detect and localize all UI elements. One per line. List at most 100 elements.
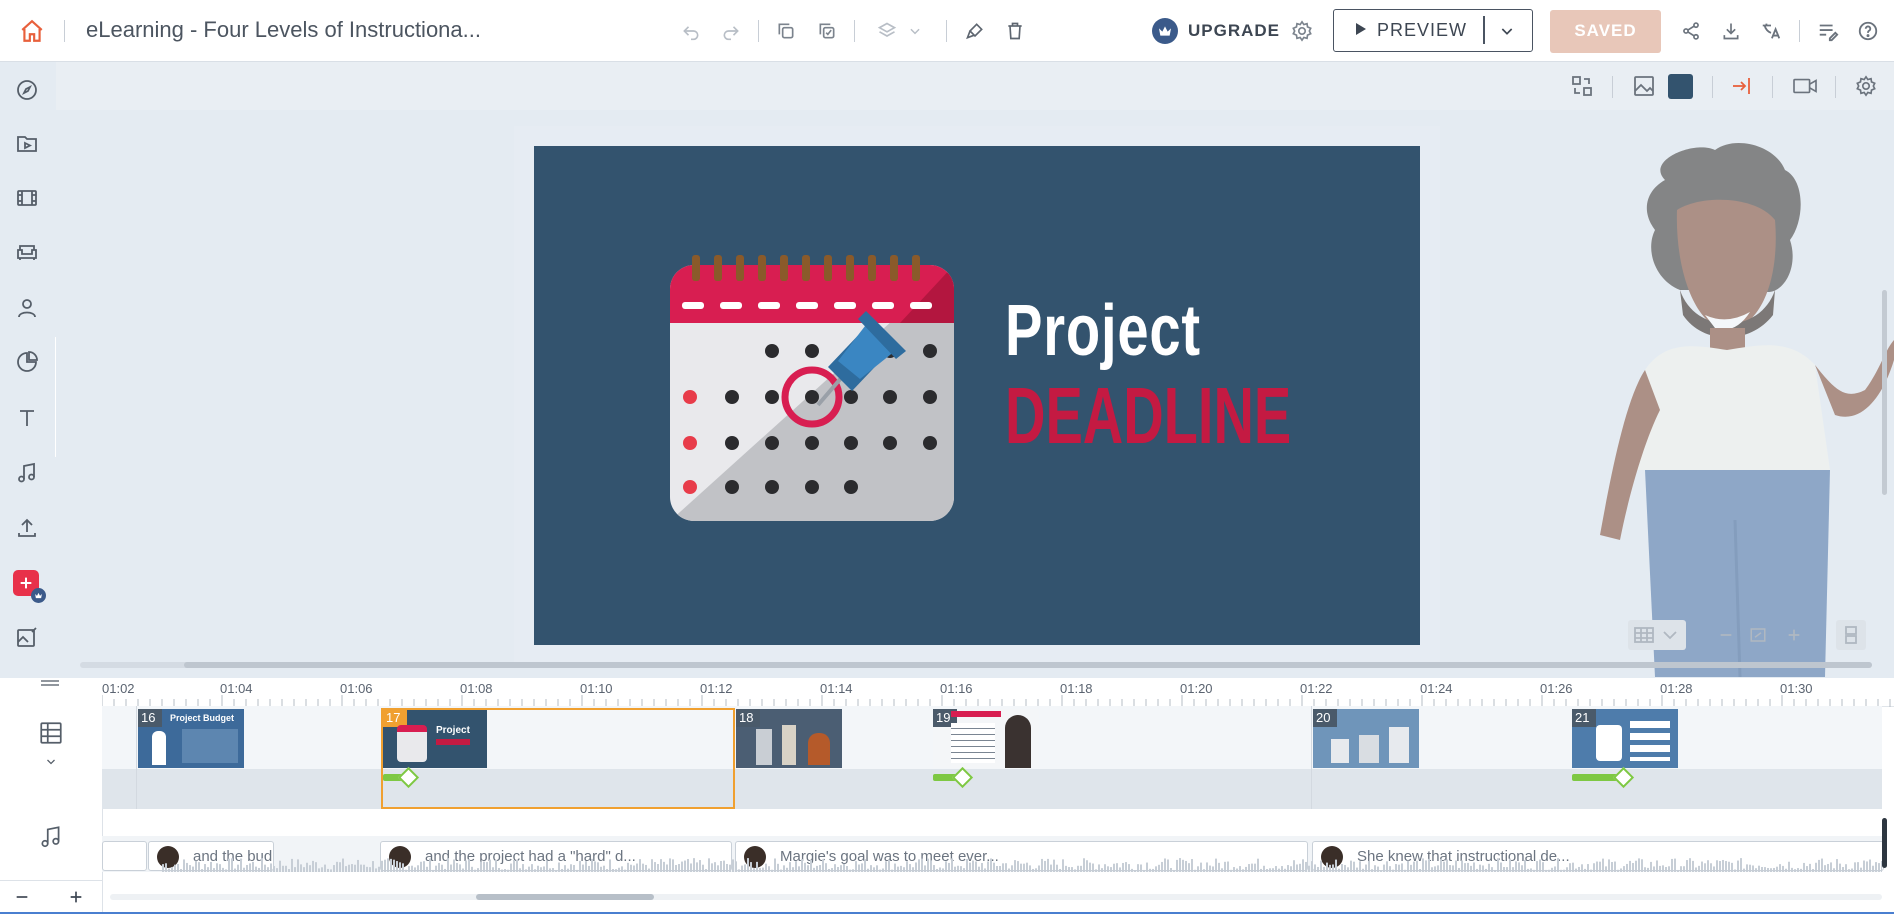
waveform-bar (1725, 861, 1727, 872)
waveform-bar (1203, 869, 1205, 872)
notes-icon[interactable] (1815, 18, 1841, 44)
swap-icon[interactable] (1568, 72, 1596, 100)
background-color-swatch[interactable] (1668, 74, 1693, 99)
zoom-out-timeline-icon[interactable] (10, 886, 34, 908)
waveform-bar (444, 868, 446, 872)
waveform-bar (981, 862, 983, 872)
crown-icon[interactable] (1152, 18, 1178, 44)
waveform-bar (621, 866, 623, 872)
fit-screen-icon[interactable] (1746, 620, 1770, 650)
settings-icon[interactable] (1289, 18, 1315, 44)
enter-transition-icon[interactable] (1728, 72, 1756, 100)
scene-thumbnail[interactable]: 19 (933, 709, 1039, 768)
project-title[interactable]: eLearning - Four Levels of Instructiona.… (86, 17, 481, 43)
scene-number: 20 (1313, 709, 1337, 727)
translate-icon[interactable] (1758, 18, 1784, 44)
compass-icon[interactable] (13, 76, 41, 104)
thumb-list (951, 723, 995, 763)
character-icon[interactable] (13, 294, 41, 322)
upload-icon[interactable] (13, 514, 41, 542)
timeline-vertical-scroll-thumb[interactable] (1882, 818, 1887, 868)
settings-icon[interactable] (1852, 72, 1880, 100)
waveform-bar (1662, 865, 1664, 872)
waveform-bar (1080, 865, 1082, 872)
copy-icon[interactable] (773, 18, 799, 44)
image-edit-icon[interactable] (13, 624, 41, 652)
waveform-bar (441, 864, 443, 872)
waveform-bar (1440, 859, 1442, 872)
zoom-in-icon[interactable] (1782, 620, 1806, 650)
slide-title-deadline[interactable]: DEADLINE (1005, 370, 1291, 462)
waveform-bar (342, 858, 344, 872)
resize-handle-icon[interactable] (36, 676, 64, 690)
text-icon[interactable] (13, 404, 41, 432)
chevron-down-icon[interactable] (1494, 18, 1520, 44)
waveform-bar (870, 865, 872, 872)
upgrade-button[interactable]: UPGRADE (1188, 21, 1280, 41)
scenes-grid-icon[interactable] (36, 718, 66, 748)
image-icon[interactable] (1630, 72, 1658, 100)
waveform-bar (573, 865, 575, 872)
scene-thumbnail[interactable]: 20 (1313, 709, 1419, 768)
redo-icon[interactable] (718, 18, 744, 44)
camera-icon[interactable] (1790, 72, 1820, 100)
scene-thumbnail[interactable]: 21 (1572, 709, 1678, 768)
duplicate-icon[interactable] (814, 18, 840, 44)
chart-icon[interactable] (13, 348, 41, 376)
waveform-bar (1329, 864, 1331, 872)
selected-scene-frame[interactable] (381, 708, 735, 809)
waveform-bar (1644, 867, 1646, 872)
grid-dropdown[interactable] (1628, 620, 1686, 650)
canvas-horizontal-scroll-thumb[interactable] (184, 662, 1872, 668)
waveform-bar (813, 867, 815, 872)
thumb-sign (1359, 735, 1379, 763)
waveform-bar (1827, 863, 1829, 872)
paint-icon[interactable] (962, 18, 988, 44)
waveform-bar (1395, 864, 1397, 872)
canvas-vertical-scroll-thumb[interactable] (1882, 290, 1887, 495)
share-icon[interactable] (1678, 18, 1704, 44)
character-figure[interactable] (1585, 140, 1894, 682)
waveform-bar (1845, 864, 1847, 872)
calendar-illustration[interactable] (670, 255, 954, 526)
ruler-label: 01:20 (1180, 681, 1213, 696)
waveform-bar (789, 862, 791, 872)
thumb-figure (1005, 715, 1031, 768)
ruler-label: 01:02 (102, 681, 135, 696)
waveform-bar (1125, 862, 1127, 872)
waveform-bar (1800, 868, 1802, 872)
scene-thumbnail[interactable]: 18 (736, 709, 842, 768)
waveform-bar (1413, 861, 1415, 872)
timeline-horizontal-scrollbar[interactable] (110, 894, 1882, 900)
chevron-down-icon[interactable] (40, 754, 62, 770)
download-icon[interactable] (1718, 18, 1744, 44)
waveform-bar (588, 865, 590, 872)
help-icon[interactable] (1855, 18, 1881, 44)
folder-video-icon[interactable] (13, 130, 41, 158)
scene-thumbnail[interactable]: 16 Project Budget (138, 709, 244, 768)
waveform-bar (1791, 867, 1793, 872)
waveform-bar (168, 868, 170, 872)
film-icon[interactable] (13, 184, 41, 212)
chevron-down-icon[interactable] (904, 20, 926, 42)
home-icon[interactable] (18, 17, 46, 45)
music-icon[interactable] (13, 459, 41, 487)
waveform-bar (1818, 859, 1820, 872)
ruler-label: 01:26 (1540, 681, 1573, 696)
sofa-icon[interactable] (13, 238, 41, 266)
divider (1772, 76, 1773, 98)
trash-icon[interactable] (1002, 18, 1028, 44)
waveform-bar (1410, 864, 1412, 872)
music-icon[interactable] (36, 822, 66, 852)
waveform-bar (963, 868, 965, 872)
timeline-scroll-thumb[interactable] (476, 894, 654, 900)
waveform-bar (249, 863, 251, 872)
slide-title-project[interactable]: Project (1005, 290, 1201, 372)
layers-icon[interactable] (874, 18, 900, 44)
undo-icon[interactable] (678, 18, 704, 44)
zoom-in-timeline-icon[interactable] (64, 886, 88, 908)
waveform-bar (1485, 868, 1487, 872)
waveform-bar (630, 864, 632, 872)
panel-toggle-icon[interactable] (1836, 620, 1866, 650)
zoom-out-icon[interactable] (1714, 620, 1738, 650)
